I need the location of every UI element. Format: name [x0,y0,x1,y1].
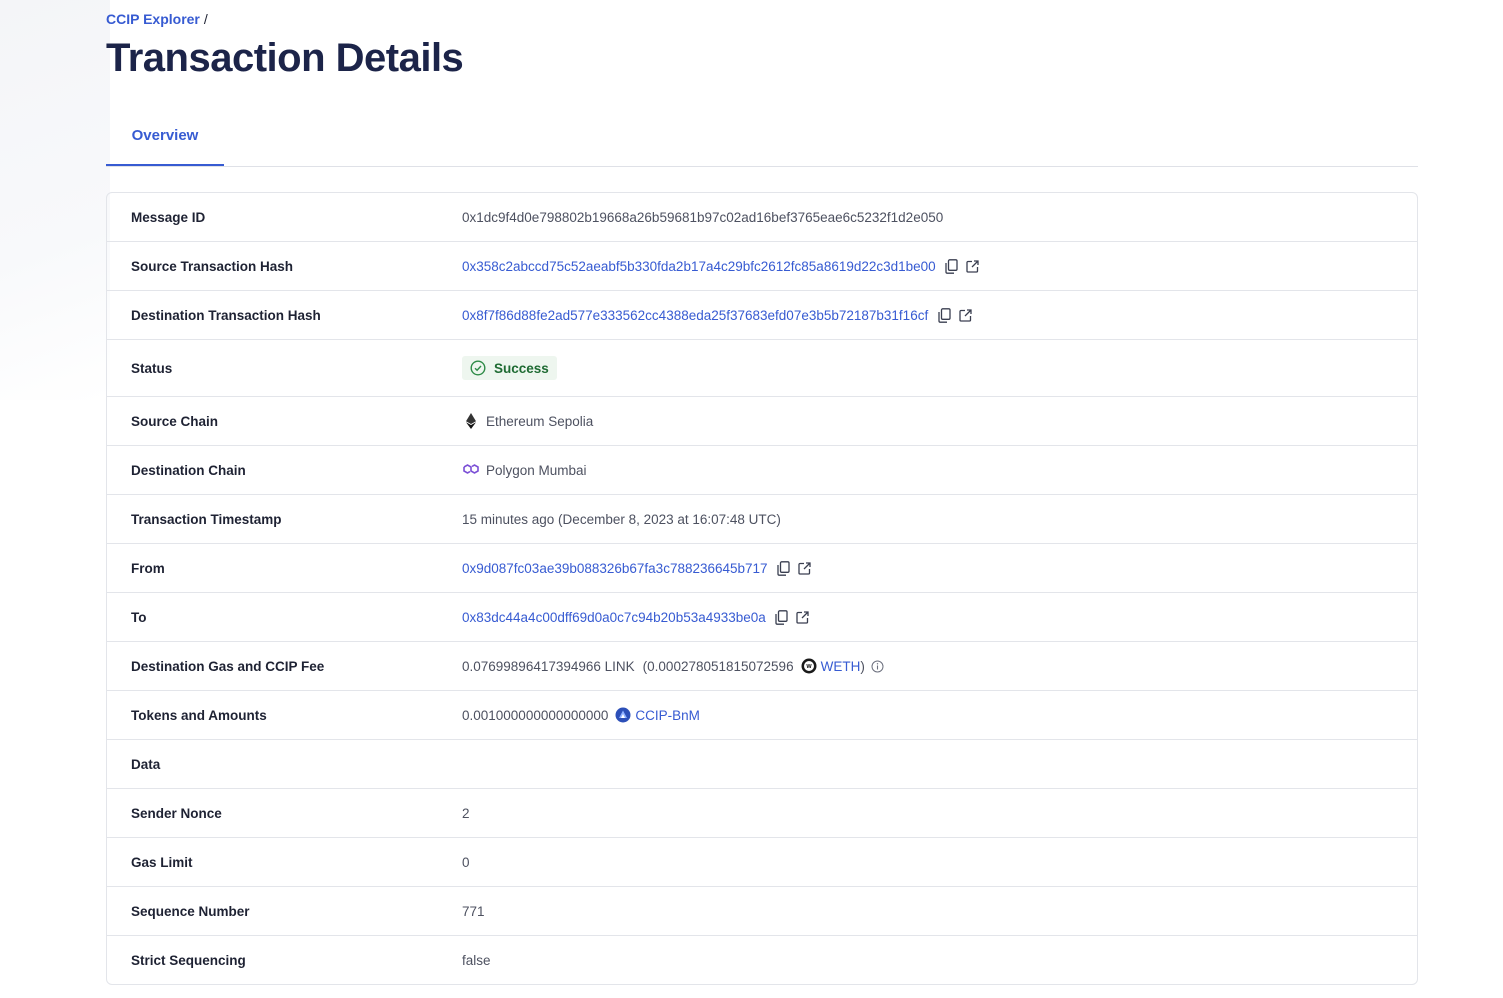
detail-label: Data [131,756,161,772]
detail-value: Polygon Mumbai [462,463,1417,478]
detail-row-dest-tx-hash: Destination Transaction Hash 0x8f7f86d88… [107,291,1417,340]
fee-weth-amount: (0.000278051815072596 [642,658,794,674]
detail-value: Ethereum Sepolia [462,413,1417,429]
copy-icon[interactable] [936,307,952,323]
detail-label: Transaction Timestamp [131,511,282,527]
sequence-number-value: 771 [462,903,485,919]
fee-link-amount: 0.07699896417394966 LINK [462,658,635,674]
copy-icon[interactable] [944,258,960,274]
page-title: Transaction Details [106,36,464,80]
detail-row-status: Status Success [107,340,1417,397]
detail-label: Status [131,360,173,376]
dest-tx-hash-link[interactable]: 0x8f7f86d88fe2ad577e333562cc4388eda25f37… [462,308,928,323]
external-link-icon[interactable] [965,258,981,274]
detail-label: Source Transaction Hash [131,258,294,274]
detail-row-data: Data [107,740,1417,789]
detail-value: Success [462,356,1417,380]
detail-label: Tokens and Amounts [131,707,267,723]
strict-sequencing-value: false [462,952,491,968]
to-address-link[interactable]: 0x83dc44a4c00dff69d0a0c7c94b20b53a4933be… [462,610,766,625]
detail-label: Gas Limit [131,854,193,870]
detail-value: 0.001000000000000000 CCIP-BnM [462,707,1417,723]
source-tx-hash-link[interactable]: 0x358c2abccd75c52aeabf5b330fda2b17a4c29b… [462,259,936,274]
ccip-bnm-token-link[interactable]: CCIP-BnM [635,708,700,723]
message-id-value: 0x1dc9f4d0e798802b19668a26b59681b97c02ad… [462,209,944,225]
check-circle-icon [470,360,486,376]
detail-label: Sequence Number [131,903,250,919]
timestamp-value: 15 minutes ago (December 8, 2023 at 16:0… [462,511,781,527]
breadcrumb-ccip-explorer-link[interactable]: CCIP Explorer [106,11,200,27]
fee-paren-close: ) [860,658,865,674]
detail-label: Message ID [131,209,206,225]
page: CCIP Explorer / Transaction Details Overv… [106,0,1418,985]
details-card: Message ID 0x1dc9f4d0e798802b19668a26b59… [106,192,1418,985]
gas-limit-value: 0 [462,854,470,870]
detail-value: 0x9d087fc03ae39b088326b67fa3c788236645b7… [462,560,1417,576]
external-link-icon[interactable] [797,560,813,576]
detail-value: 0x358c2abccd75c52aeabf5b330fda2b17a4c29b… [462,258,1417,274]
status-text: Success [494,360,549,376]
detail-row-from: From 0x9d087fc03ae39b088326b67fa3c788236… [107,544,1417,593]
ethereum-icon [462,413,480,429]
detail-row-dest-chain: Destination Chain Polygon Mumbai [107,446,1417,495]
detail-row-to: To 0x83dc44a4c00dff69d0a0c7c94b20b53a493… [107,593,1417,642]
info-icon[interactable] [871,660,884,673]
detail-row-message-id: Message ID 0x1dc9f4d0e798802b19668a26b59… [107,193,1417,242]
detail-label: To [131,609,147,625]
breadcrumb: CCIP Explorer / [106,10,1418,28]
tab-bar: Overview [106,122,1418,167]
copy-icon[interactable] [776,560,792,576]
background-decoration [0,0,110,400]
external-link-icon[interactable] [957,307,973,323]
svg-text:W: W [806,664,812,670]
detail-label: From [131,560,165,576]
detail-row-sender-nonce: Sender Nonce 2 [107,789,1417,838]
detail-row-gas-limit: Gas Limit 0 [107,838,1417,887]
detail-value: 0x8f7f86d88fe2ad577e333562cc4388eda25f37… [462,307,1417,323]
token-amount: 0.001000000000000000 [462,707,609,723]
weth-token-icon: W [801,658,817,674]
detail-label: Sender Nonce [131,805,222,821]
detail-value: 0.07699896417394966 LINK (0.000278051815… [462,658,1417,674]
tab-overview[interactable]: Overview [106,122,224,166]
detail-row-strict-sequencing: Strict Sequencing false [107,936,1417,984]
detail-row-source-tx-hash: Source Transaction Hash 0x358c2abccd75c5… [107,242,1417,291]
detail-label: Strict Sequencing [131,952,246,968]
copy-icon[interactable] [774,609,790,625]
detail-row-tokens: Tokens and Amounts 0.001000000000000000 … [107,691,1417,740]
from-address-link[interactable]: 0x9d087fc03ae39b088326b67fa3c788236645b7… [462,561,768,576]
fee-weth-token-link[interactable]: WETH [821,659,861,674]
external-link-icon[interactable] [795,609,811,625]
detail-row-source-chain: Source Chain Ethereum Sepolia [107,397,1417,446]
source-chain-name: Ethereum Sepolia [486,413,594,429]
detail-row-sequence-number: Sequence Number 771 [107,887,1417,936]
ccip-bnm-token-icon [615,707,631,723]
status-badge: Success [462,356,557,380]
polygon-icon [462,463,480,477]
detail-label: Destination Gas and CCIP Fee [131,658,325,674]
detail-row-timestamp: Transaction Timestamp 15 minutes ago (De… [107,495,1417,544]
detail-row-fee: Destination Gas and CCIP Fee 0.076998964… [107,642,1417,691]
detail-label: Source Chain [131,413,219,429]
breadcrumb-separator: / [203,11,208,27]
sender-nonce-value: 2 [462,805,470,821]
detail-label: Destination Chain [131,462,246,478]
dest-chain-name: Polygon Mumbai [486,462,587,478]
detail-label: Destination Transaction Hash [131,307,321,323]
detail-value: 0x83dc44a4c00dff69d0a0c7c94b20b53a4933be… [462,609,1417,625]
